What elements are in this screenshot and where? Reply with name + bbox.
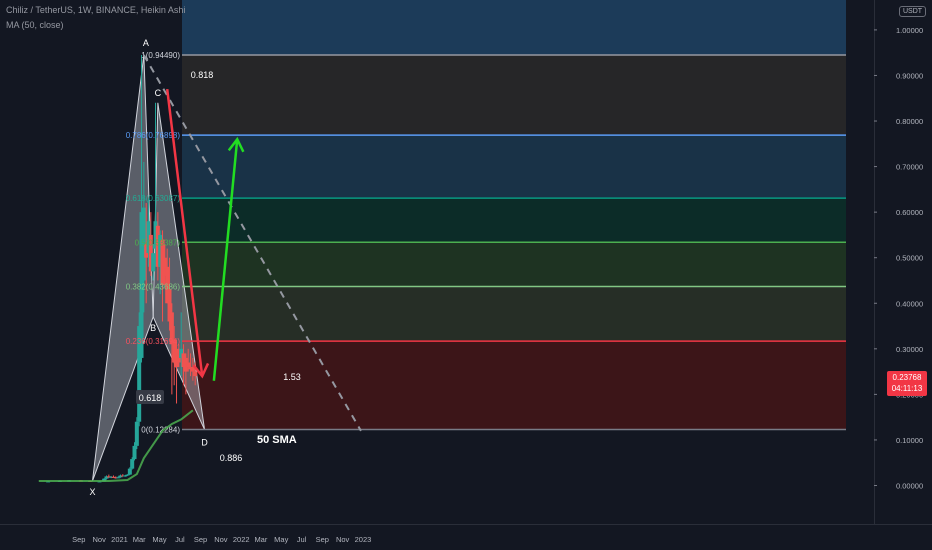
time-tick-label: Jul <box>175 535 185 544</box>
time-tick-label: Sep <box>194 535 207 544</box>
last-price-value: 0.23768 <box>892 373 922 382</box>
fib-level-label: 1(0.94490) <box>141 51 180 60</box>
price-tick-label: 0.10000 <box>896 436 923 445</box>
time-tick-label: Nov <box>92 535 106 544</box>
candle <box>134 417 139 450</box>
chart-canvas[interactable]: 1(0.94490)0.786(0.76898)0.618(0.63087)0.… <box>0 0 932 550</box>
time-tick-label: 2022 <box>233 535 250 544</box>
candle-body <box>123 475 128 477</box>
ratio-label-text: 1.53 <box>283 372 301 382</box>
price-tick-label: 0.90000 <box>896 71 923 80</box>
fib-band <box>182 0 846 56</box>
ratio-label: 0.886 <box>220 453 243 463</box>
price-tick-label: 0.70000 <box>896 163 923 172</box>
time-tick-label: Nov <box>214 535 228 544</box>
candle-body <box>132 445 137 460</box>
price-tick-label: 0.00000 <box>896 482 923 491</box>
ratio-label: 1.53 <box>283 372 301 382</box>
ratio-label: 0.618 <box>136 390 164 404</box>
fib-band <box>182 242 846 287</box>
candle-body <box>193 371 198 377</box>
point-label-b: B <box>150 323 156 333</box>
time-tick-label: May <box>274 535 288 544</box>
ratio-label-text: 0.618 <box>139 393 162 403</box>
symbol-title: Chiliz / TetherUS, 1W, BINANCE, Heikin A… <box>6 5 186 15</box>
price-tick-label: 0.40000 <box>896 299 923 308</box>
fib-level-label: 0.5(0.53387) <box>135 238 181 247</box>
time-tick-label: 2023 <box>355 535 372 544</box>
fib-level-label: 0.618(0.63087) <box>126 194 181 203</box>
candle <box>130 457 135 470</box>
fib-level-label: 0.382(0.43686) <box>126 282 181 291</box>
fib-band <box>182 341 846 430</box>
point-label-a: A <box>143 38 149 48</box>
candle-body <box>151 253 156 272</box>
price-tick-label: 0.30000 <box>896 345 923 354</box>
time-tick-label: Sep <box>72 535 85 544</box>
fib-level-label: 0.236(0.31694) <box>126 337 181 346</box>
time-tick-label: Nov <box>336 535 350 544</box>
candle-body <box>186 362 191 368</box>
candle-body <box>127 468 132 475</box>
point-label-x: X <box>89 487 95 497</box>
price-tick-label: 0.80000 <box>896 117 923 126</box>
ratio-label-text: 0.886 <box>220 453 243 463</box>
bar-countdown: 04:11:13 <box>891 384 923 393</box>
ratio-label-text: 0.818 <box>191 70 214 80</box>
price-tick-label: 0.50000 <box>896 254 923 263</box>
fib-band <box>182 198 846 243</box>
fib-band <box>182 55 846 136</box>
time-tick-label: Jul <box>297 535 307 544</box>
sma-label: 50 SMA <box>257 434 297 446</box>
currency-badge[interactable]: USDT <box>899 6 927 17</box>
last-price-tag: 0.23768 04:11:13 <box>887 371 927 396</box>
time-tick-label: Mar <box>133 535 146 544</box>
candle-body <box>125 474 130 476</box>
ratio-label: 0.818 <box>191 70 214 80</box>
point-label-d: D <box>201 438 208 448</box>
point-label-c: C <box>155 88 162 98</box>
time-tick-label: May <box>152 535 166 544</box>
candle-body <box>176 357 181 363</box>
candle-body <box>116 477 121 479</box>
time-tick-label: Sep <box>316 535 329 544</box>
price-tick-label: 0.60000 <box>896 208 923 217</box>
time-tick-label: Mar <box>254 535 267 544</box>
candle-body <box>134 421 139 446</box>
fib-band <box>182 135 846 199</box>
indicator-legend[interactable]: MA (50, close) <box>6 20 64 30</box>
time-tick-label: 2021 <box>111 535 128 544</box>
price-tick-label: 1.00000 <box>896 26 923 35</box>
candle-body <box>130 459 135 469</box>
